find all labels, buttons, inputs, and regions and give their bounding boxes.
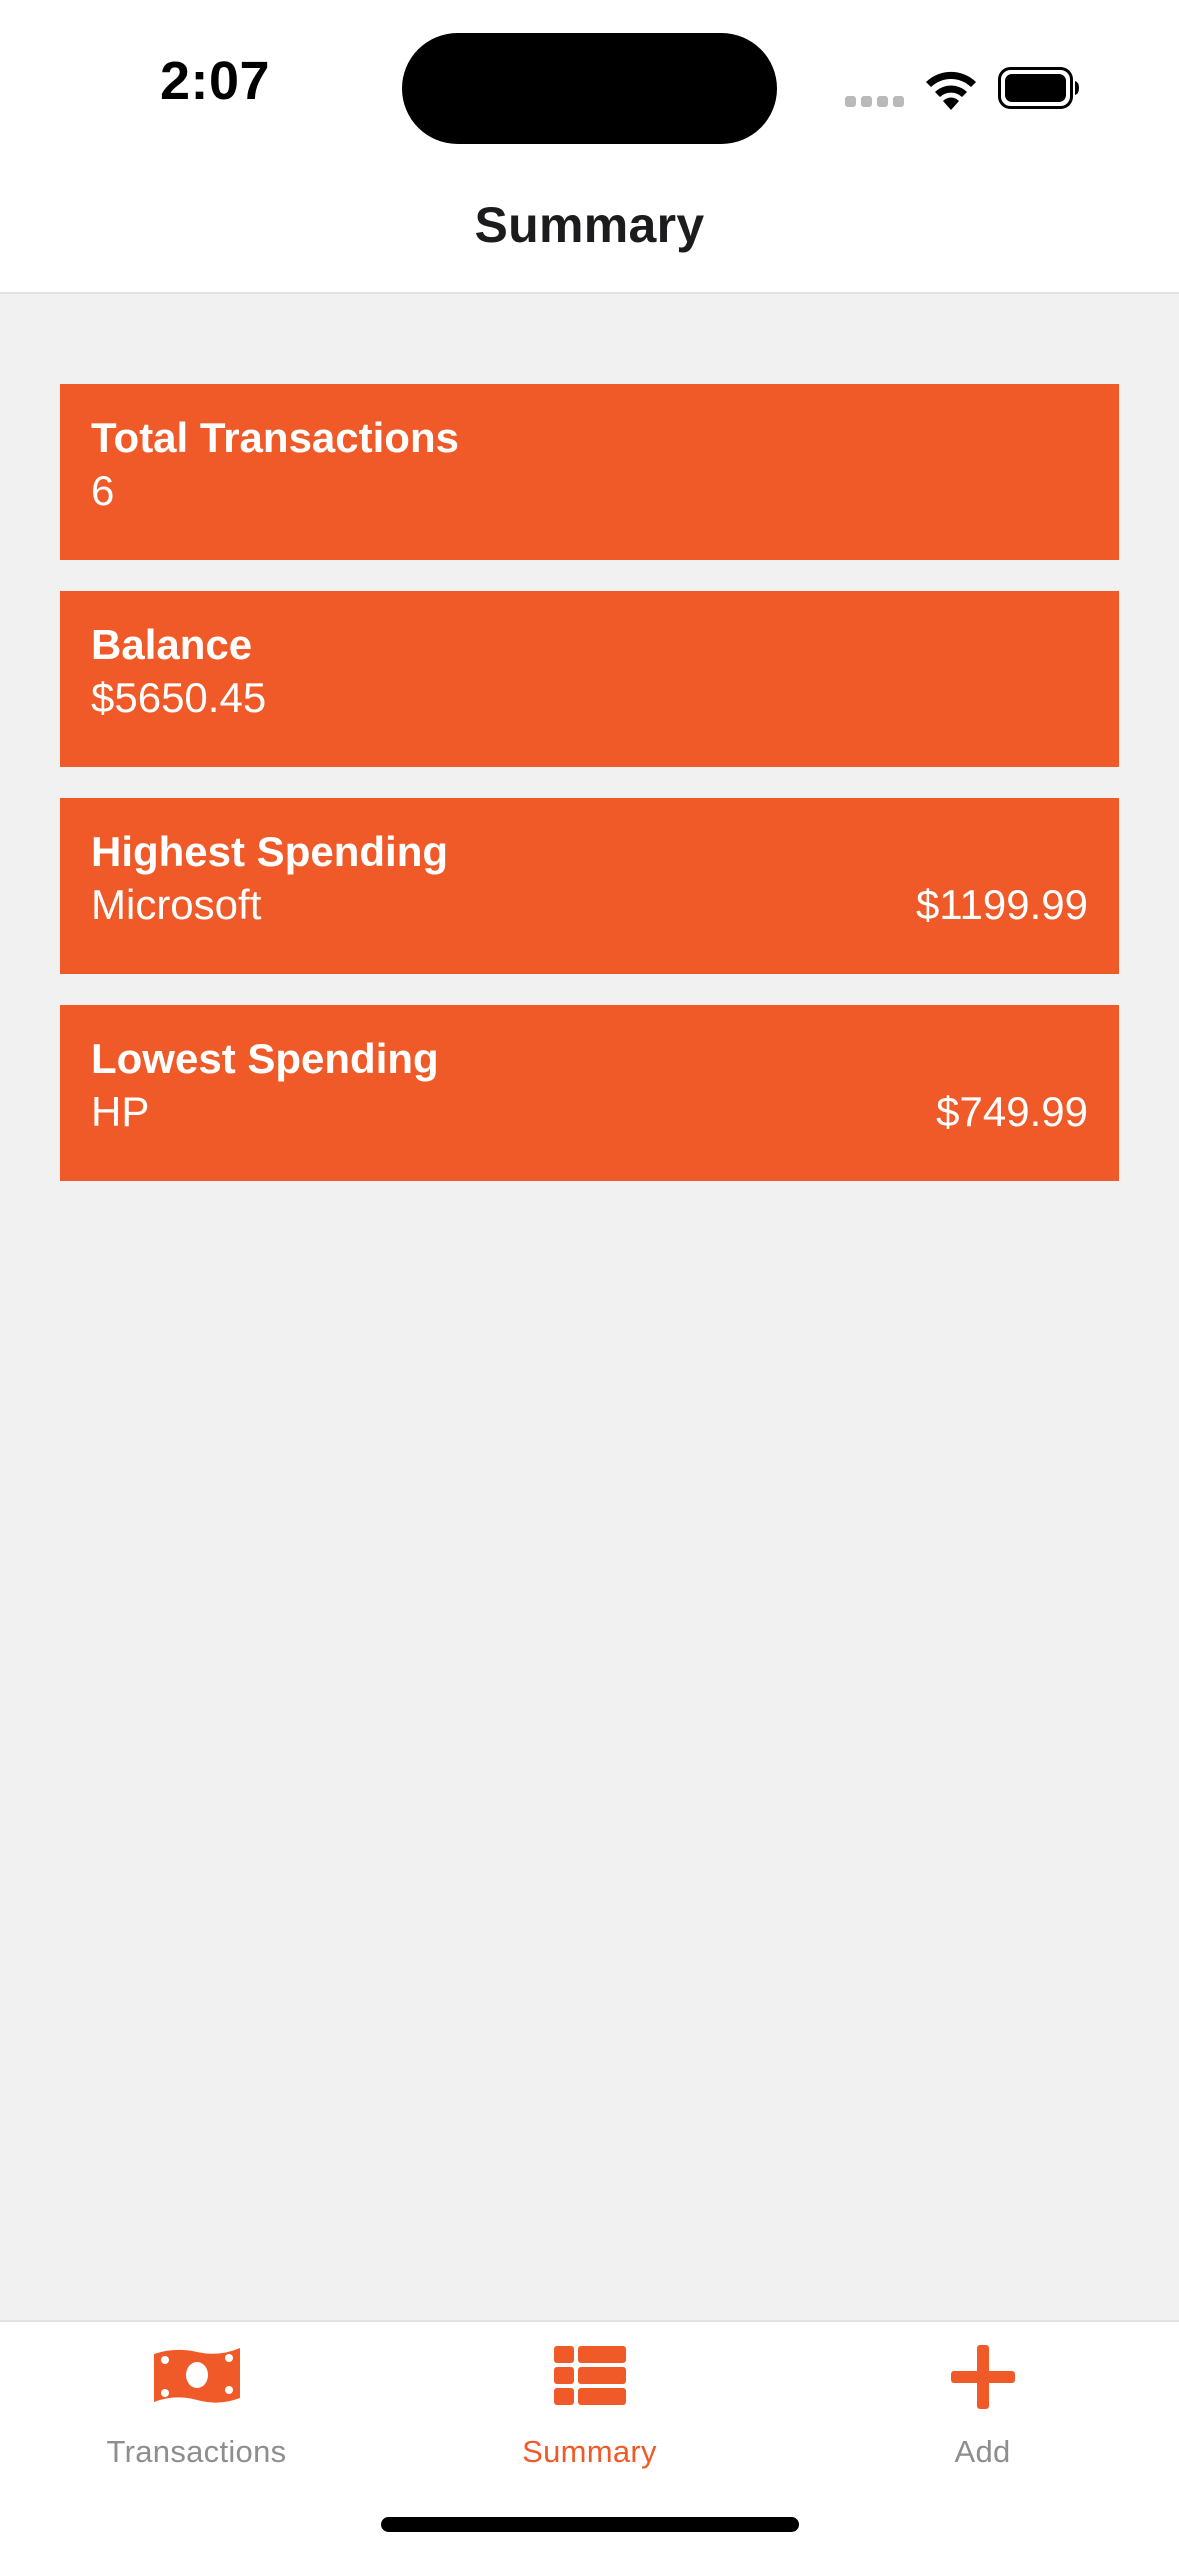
card-amount: $749.99 — [936, 1088, 1088, 1135]
list-icon — [553, 2346, 626, 2405]
page-title: Summary — [474, 197, 705, 253]
card-merchant: HP — [91, 1088, 150, 1135]
card-title: Lowest Spending — [91, 1035, 439, 1082]
cellular-signal-icon — [845, 96, 905, 108]
navigation-header: 2:07 Summary — [0, 0, 1179, 294]
card-title: Balance — [91, 621, 253, 668]
tab-label: Add — [954, 2434, 1011, 2469]
balance-card: Balance $5650.45 — [60, 591, 1119, 767]
card-value: $5650.45 — [91, 674, 267, 721]
home-indicator[interactable] — [381, 2517, 799, 2532]
total-transactions-card: Total Transactions 6 — [60, 384, 1119, 560]
plus-icon — [950, 2345, 1015, 2409]
status-time: 2:07 — [159, 51, 271, 111]
card-title: Total Transactions — [91, 414, 459, 461]
dynamic-island — [402, 33, 777, 144]
wifi-icon — [926, 71, 976, 110]
tab-label: Summary — [522, 2434, 657, 2469]
highest-spending-card: Highest Spending Microsoft $1199.99 — [60, 798, 1119, 974]
banknote-icon — [153, 2348, 240, 2403]
lowest-spending-card: Lowest Spending HP $749.99 — [60, 1005, 1119, 1181]
card-amount: $1199.99 — [915, 881, 1088, 928]
battery-icon — [998, 67, 1079, 109]
card-title: Highest Spending — [91, 828, 448, 875]
tab-transactions[interactable]: Transactions — [0, 2322, 393, 2472]
tab-label: Transactions — [106, 2434, 287, 2469]
tab-add[interactable]: Add — [786, 2322, 1179, 2472]
card-value: 6 — [91, 467, 115, 514]
card-merchant: Microsoft — [91, 881, 262, 928]
tab-summary[interactable]: Summary — [393, 2322, 786, 2472]
